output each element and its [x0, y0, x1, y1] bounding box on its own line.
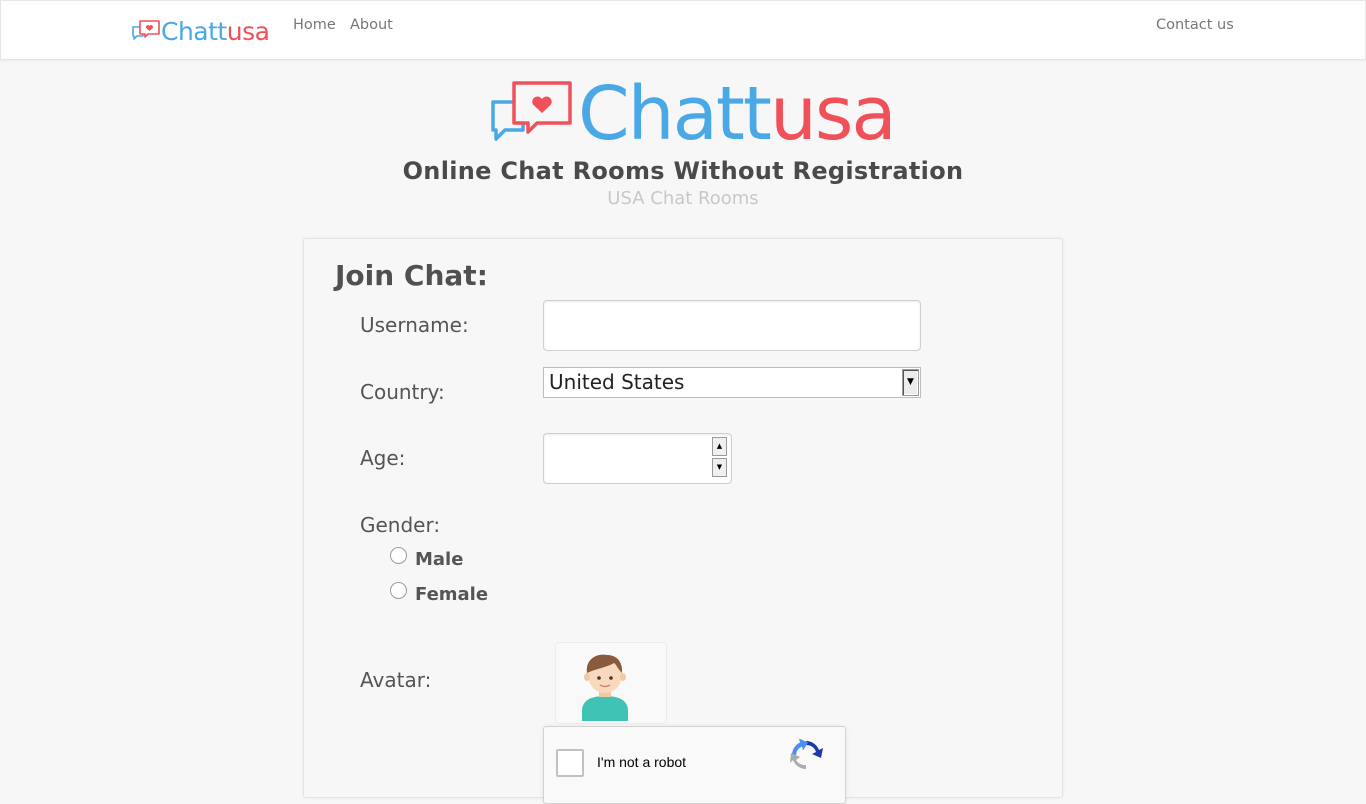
recaptcha-widget: I'm not a robot	[543, 726, 846, 804]
brand-text-secondary: usa	[226, 16, 270, 46]
chat-bubbles-heart-icon	[491, 81, 572, 141]
gender-option-male[interactable]: Male	[390, 547, 464, 570]
brand-text-primary: Chatt	[161, 16, 227, 46]
avatar-label: Avatar:	[360, 668, 432, 692]
join-chat-title: Join Chat:	[335, 259, 488, 292]
username-input[interactable]	[543, 300, 921, 351]
navbar: Chatt usa Home About Contact us	[0, 0, 1366, 60]
boy-avatar-icon	[582, 654, 628, 721]
page-headline: Online Chat Rooms Without Registration	[402, 157, 964, 185]
gender-label-male: Male	[415, 549, 464, 570]
country-label: Country:	[360, 380, 445, 404]
country-select[interactable]: United States ▼	[543, 367, 921, 398]
hero-brand-secondary: usa	[769, 71, 897, 157]
nav-link-home[interactable]: Home	[293, 17, 336, 33]
gender-option-female[interactable]: Female	[390, 582, 489, 605]
gender-label-female: Female	[415, 584, 489, 605]
gender-radio-female[interactable]	[390, 582, 407, 599]
page-subheadline: USA Chat Rooms	[607, 188, 759, 209]
nav-link-about[interactable]: About	[350, 17, 393, 33]
country-select-value: United States	[549, 370, 685, 394]
hero-brand-primary: Chatt	[578, 71, 772, 157]
avatar-picker[interactable]	[555, 642, 667, 724]
chat-bubbles-heart-icon	[132, 20, 160, 40]
recaptcha-checkbox[interactable]	[556, 749, 584, 777]
nav-logo[interactable]: Chatt usa	[131, 16, 270, 46]
caret-up-icon[interactable]: ▲	[712, 437, 727, 456]
gender-radio-male[interactable]	[390, 547, 407, 564]
hero-logo: Chatt usa	[490, 71, 897, 157]
gender-label: Gender:	[360, 513, 441, 537]
chevron-down-icon[interactable]: ▼	[902, 369, 919, 396]
nav-link-contact[interactable]: Contact us	[1156, 17, 1234, 33]
age-label: Age:	[360, 446, 406, 470]
age-input[interactable]: ▲ ▼	[543, 433, 732, 484]
caret-down-icon[interactable]: ▼	[712, 458, 727, 477]
username-label: Username:	[360, 313, 469, 337]
